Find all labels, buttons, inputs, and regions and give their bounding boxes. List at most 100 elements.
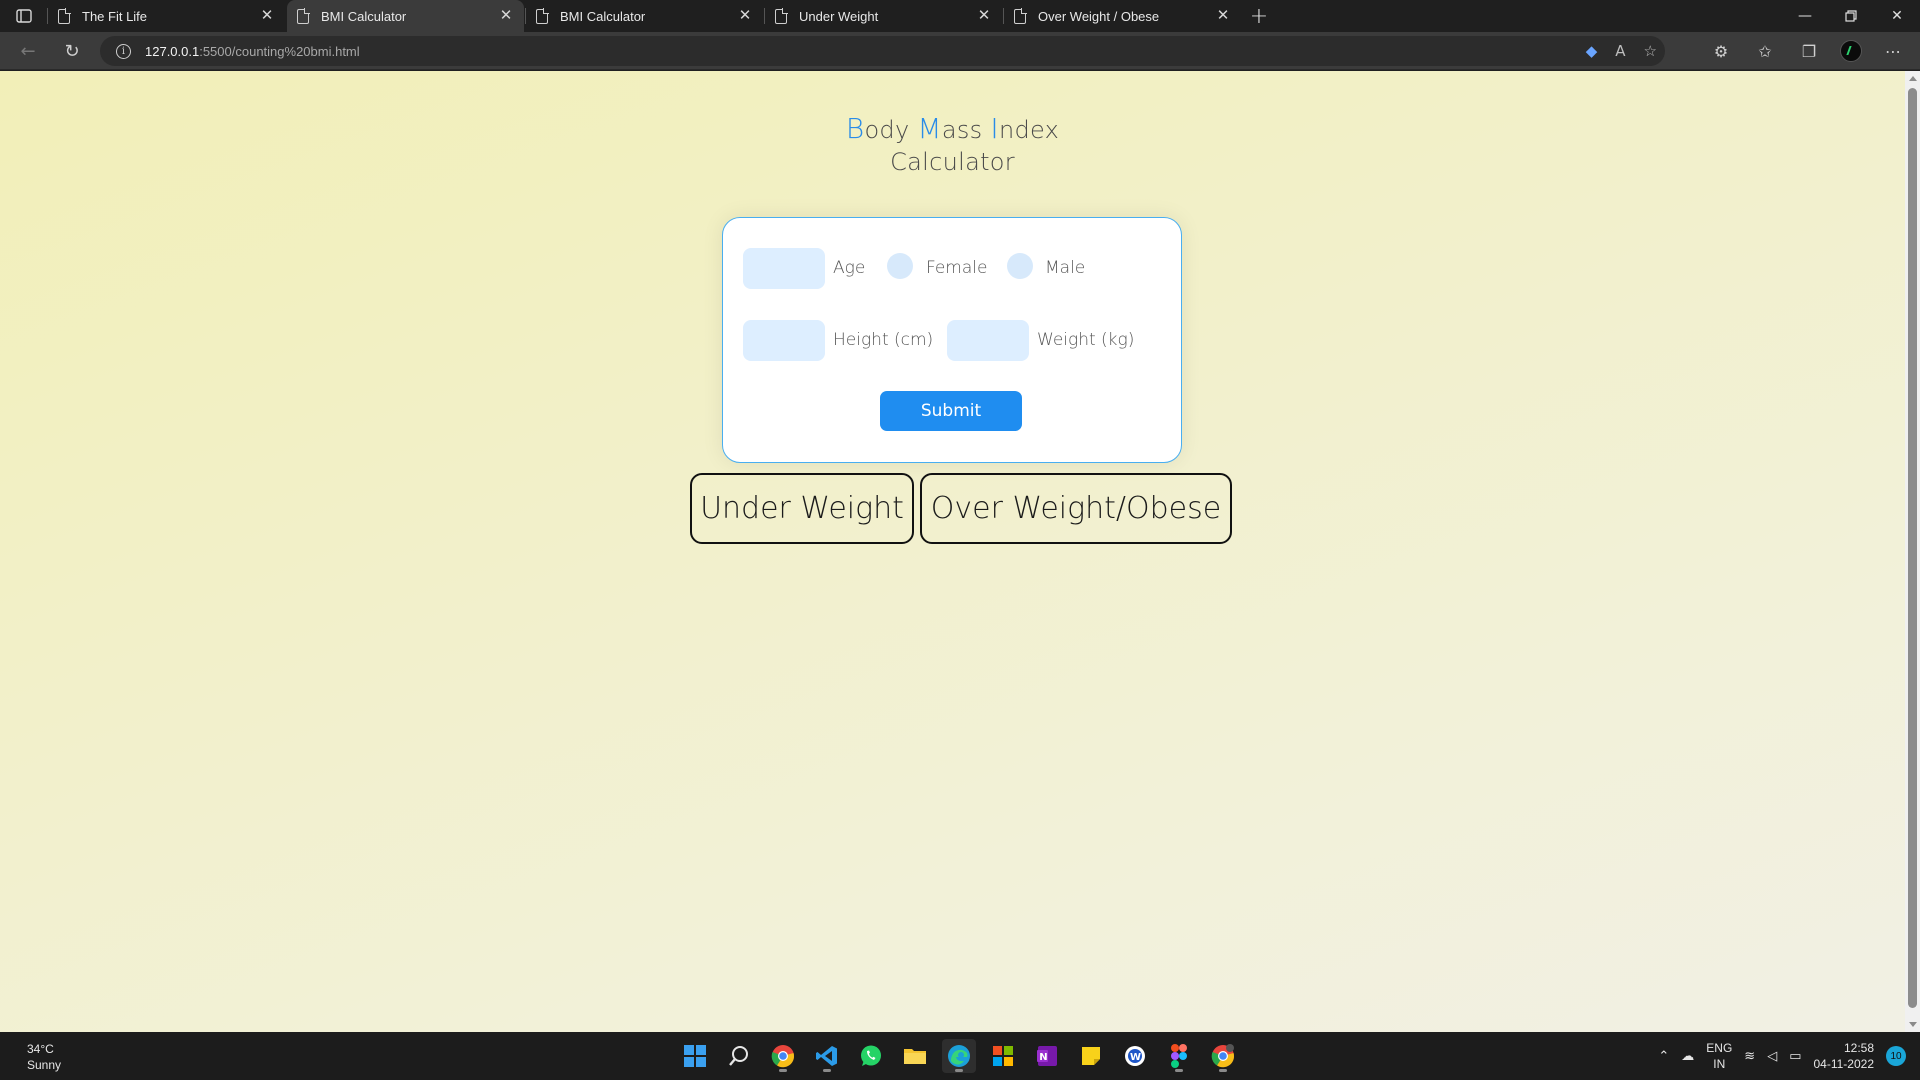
clock-time: 12:58: [1843, 1041, 1874, 1055]
clock-date: 04-11-2022: [1813, 1057, 1875, 1071]
refresh-icon: ↻: [64, 40, 80, 62]
taskbar-figma[interactable]: [1162, 1039, 1196, 1073]
taskbar-microsoft-store[interactable]: [986, 1039, 1020, 1073]
close-icon: ✕: [1891, 8, 1903, 24]
title-line-1: Body Mass Index: [0, 113, 1905, 146]
profile-avatar[interactable]: [1840, 40, 1862, 62]
plus-icon: +: [1249, 3, 1269, 29]
back-button[interactable]: ←: [13, 36, 43, 66]
title-initial: B: [845, 112, 865, 145]
taskbar-onenote[interactable]: N: [1030, 1039, 1064, 1073]
onedrive-icon[interactable]: ☁: [1681, 1048, 1694, 1064]
arrow-left-icon: ←: [20, 40, 36, 62]
female-radio[interactable]: [887, 253, 913, 279]
age-input[interactable]: [743, 248, 825, 289]
language-code: ENG: [1706, 1041, 1733, 1055]
notification-badge[interactable]: 10: [1886, 1046, 1906, 1066]
tab-actions-menu-button[interactable]: [0, 0, 48, 32]
weather-widget[interactable]: 34°C Sunny: [27, 1041, 61, 1073]
minimize-icon: —: [1798, 8, 1812, 24]
taskbar-chrome[interactable]: [766, 1039, 800, 1073]
chevron-up-icon[interactable]: ⌃: [1658, 1048, 1669, 1064]
minimize-button[interactable]: —: [1782, 0, 1828, 32]
height-label: Height (cm): [833, 330, 934, 350]
taskbar-file-explorer[interactable]: [898, 1039, 932, 1073]
tab-title: BMI Calculator: [560, 8, 646, 24]
tab-strip: The Fit Life ✕ BMI Calculator ✕ BMI Calc…: [0, 0, 1920, 32]
scroll-down-arrow-icon[interactable]: [1909, 1022, 1917, 1027]
under-weight-button[interactable]: Under Weight: [690, 473, 914, 544]
restore-button[interactable]: [1828, 0, 1874, 32]
address-bar-row: ← ↻ i 127.0.0.1:5500/counting%20bmi.html…: [0, 32, 1920, 70]
female-label: Female: [926, 258, 988, 278]
extensions-icon[interactable]: ⚙: [1708, 42, 1734, 61]
taskbar-edge[interactable]: [942, 1039, 976, 1073]
title-word-rest: ndex: [998, 116, 1060, 144]
start-button[interactable]: [678, 1039, 712, 1073]
close-tab-icon[interactable]: ✕: [976, 8, 992, 24]
male-radio[interactable]: [1007, 253, 1033, 279]
windows-logo-icon: [684, 1045, 706, 1067]
weight-input[interactable]: [947, 320, 1029, 361]
tab-under-weight[interactable]: Under Weight ✕: [764, 0, 1002, 32]
page-icon: [1014, 7, 1027, 24]
submit-button[interactable]: Submit: [880, 391, 1022, 431]
battery-icon[interactable]: ▭: [1789, 1048, 1801, 1064]
vertical-scrollbar[interactable]: [1905, 71, 1920, 1032]
site-info-icon[interactable]: i: [116, 43, 131, 59]
close-tab-icon[interactable]: ✕: [1215, 8, 1231, 24]
language-indicator[interactable]: ENG IN: [1706, 1040, 1732, 1072]
url-path: :5500/counting%20bmi.html: [199, 43, 360, 59]
browser-toolbar: ⚙ ✩ ❐ ⋯: [1708, 36, 1906, 66]
collections-icon[interactable]: ❐: [1796, 42, 1822, 61]
over-weight-obese-button[interactable]: Over Weight/Obese: [920, 473, 1232, 544]
close-tab-icon[interactable]: ✕: [498, 8, 514, 24]
url-bar-actions: ◆ A ☆: [1586, 36, 1657, 66]
height-input[interactable]: [743, 320, 825, 361]
word-icon: W: [1125, 1046, 1145, 1066]
wifi-icon[interactable]: ≋: [1744, 1048, 1755, 1064]
close-tab-icon[interactable]: ✕: [737, 8, 753, 24]
system-tray: ⌃ ☁ ENG IN ≋ ◁ ▭ 12:58 04-11-2022 10: [1658, 1032, 1906, 1080]
taskbar-chrome-profile[interactable]: [1206, 1039, 1240, 1073]
speaker-icon[interactable]: ◁: [1767, 1048, 1777, 1064]
restore-icon: [1845, 10, 1857, 22]
taskbar-sticky-notes[interactable]: [1074, 1039, 1108, 1073]
close-window-button[interactable]: ✕: [1874, 0, 1920, 32]
taskbar-word-app[interactable]: W: [1118, 1039, 1152, 1073]
scroll-thumb[interactable]: [1908, 88, 1917, 1008]
add-favorite-icon[interactable]: ☆: [1644, 42, 1657, 60]
tab-over-weight-obese[interactable]: Over Weight / Obese ✕: [1003, 0, 1241, 32]
onenote-icon: N: [1037, 1046, 1057, 1066]
page-icon: [297, 7, 310, 24]
title-initial: M: [917, 112, 942, 145]
search-button[interactable]: [722, 1039, 756, 1073]
close-tab-icon[interactable]: ✕: [259, 8, 275, 24]
weather-temperature: 34°C: [27, 1042, 54, 1056]
refresh-button[interactable]: ↻: [57, 36, 87, 66]
store-icon: [993, 1046, 1013, 1066]
clock[interactable]: 12:58 04-11-2022: [1814, 1040, 1875, 1072]
tab-bmi-calculator[interactable]: BMI Calculator ✕: [525, 0, 763, 32]
taskbar-whatsapp[interactable]: [854, 1039, 888, 1073]
whatsapp-icon: [861, 1045, 881, 1066]
chrome-icon: [1211, 1044, 1235, 1068]
bmi-form-card: Age Female Male Height (cm) Weight (kg) …: [722, 217, 1182, 463]
more-options-icon[interactable]: ⋯: [1880, 42, 1906, 61]
chrome-icon: [771, 1045, 795, 1068]
favorites-icon[interactable]: ✩: [1752, 42, 1778, 61]
title-word-rest: ody: [864, 116, 918, 144]
scroll-up-arrow-icon[interactable]: [1909, 76, 1917, 81]
page-title: Body Mass Index Calculator: [0, 113, 1905, 178]
tab-the-fit-life[interactable]: The Fit Life ✕: [47, 0, 285, 32]
svg-text:N: N: [1039, 1052, 1047, 1063]
tab-bmi-calculator-active[interactable]: BMI Calculator ✕: [287, 0, 524, 32]
read-aloud-icon[interactable]: A: [1615, 42, 1625, 60]
window-controls: — ✕: [1782, 0, 1920, 32]
coupon-tag-icon[interactable]: ◆: [1586, 42, 1598, 60]
url-bar[interactable]: i 127.0.0.1:5500/counting%20bmi.html ◆ A…: [100, 36, 1665, 66]
folder-icon: [904, 1049, 926, 1064]
taskbar-vscode[interactable]: [810, 1039, 844, 1073]
new-tab-button[interactable]: +: [1243, 0, 1275, 32]
tab-title: The Fit Life: [82, 8, 148, 24]
